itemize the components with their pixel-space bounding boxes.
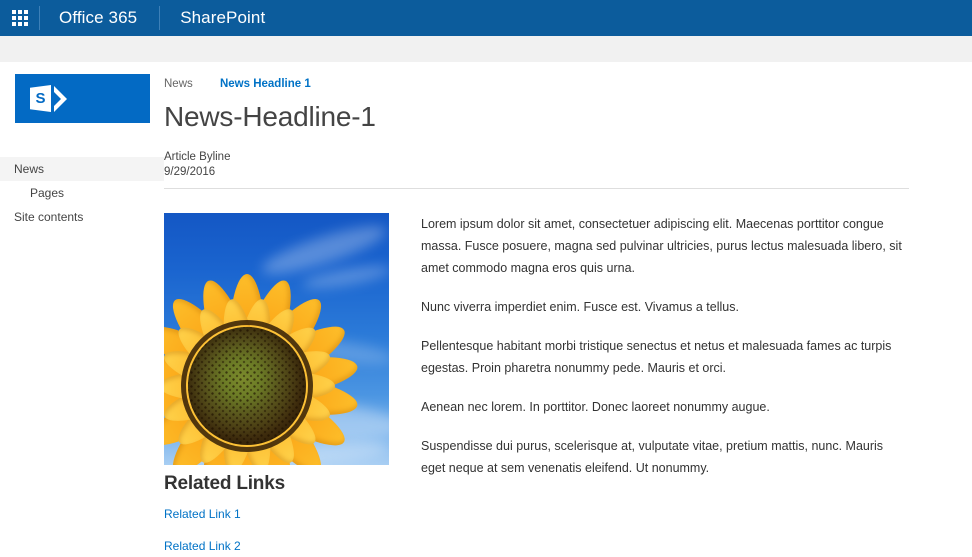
flower-disc [188,327,306,445]
sharepoint-logo-icon: S [30,85,67,112]
breadcrumb-parent: News [164,78,193,90]
related-link-1[interactable]: Related Link 1 [164,507,241,521]
command-bar-strip [0,36,972,62]
breadcrumb-current-link[interactable]: News Headline 1 [220,78,311,90]
breadcrumb: News News Headline 1 [164,72,932,91]
suite-bar: Office 365 SharePoint [0,0,972,36]
article-byline-block: Article Byline 9/29/2016 [164,150,909,189]
nav-row-news: News [0,157,164,181]
sunflower-photo [164,213,389,465]
sunflower-head [164,241,389,465]
office-365-link[interactable]: Office 365 [40,0,159,36]
sharepoint-link[interactable]: SharePoint [160,0,285,36]
page-body: S News Pages Site contents News News Hea… [0,62,972,557]
article-byline: Article Byline [164,151,231,163]
sidebar-item-pages[interactable]: Pages [0,181,164,205]
site-logo[interactable]: S [15,74,150,123]
article-date: 9/29/2016 [164,166,216,178]
sidebar-item-news[interactable]: News [0,157,164,181]
list-item: Related Link 1 [164,505,389,523]
related-links-list: Related Link 1 Related Link 2 [164,505,389,555]
sharepoint-logo-chevron-icon [54,85,67,112]
list-item: Related Link 2 [164,537,389,555]
nav-row-pages: Pages [0,181,164,205]
quick-launch-nav: News Pages Site contents [0,157,164,229]
page-title: News-Headline-1 [164,101,376,132]
sidebar-item-site-contents[interactable]: Site contents [0,205,164,229]
article-paragraph-2: Nunc viverra imperdiet enim. Fusce est. … [421,300,739,314]
article-media-column: Related Links Related Link 1 Related Lin… [164,213,389,557]
left-navigation-rail: S News Pages Site contents [0,62,164,557]
nav-row-site-contents: Site contents [0,205,164,229]
main-content: News News Headline 1 News-Headline-1 Art… [164,62,972,557]
article-text-column: Lorem ipsum dolor sit amet, consectetuer… [389,213,909,479]
waffle-icon [11,10,28,26]
article-paragraph-5: Suspendisse dui purus, scelerisque at, v… [421,439,884,475]
app-launcher-button[interactable] [0,0,39,36]
related-link-2[interactable]: Related Link 2 [164,539,241,553]
sharepoint-logo-letter: S [30,85,51,112]
article-paragraph-4: Aenean nec lorem. In porttitor. Donec la… [421,400,770,414]
related-links-heading: Related Links [164,473,285,494]
article-paragraph-1: Lorem ipsum dolor sit amet, consectetuer… [421,217,902,275]
article-body: Related Links Related Link 1 Related Lin… [164,213,932,557]
article-paragraph-3: Pellentesque habitant morbi tristique se… [421,339,892,375]
